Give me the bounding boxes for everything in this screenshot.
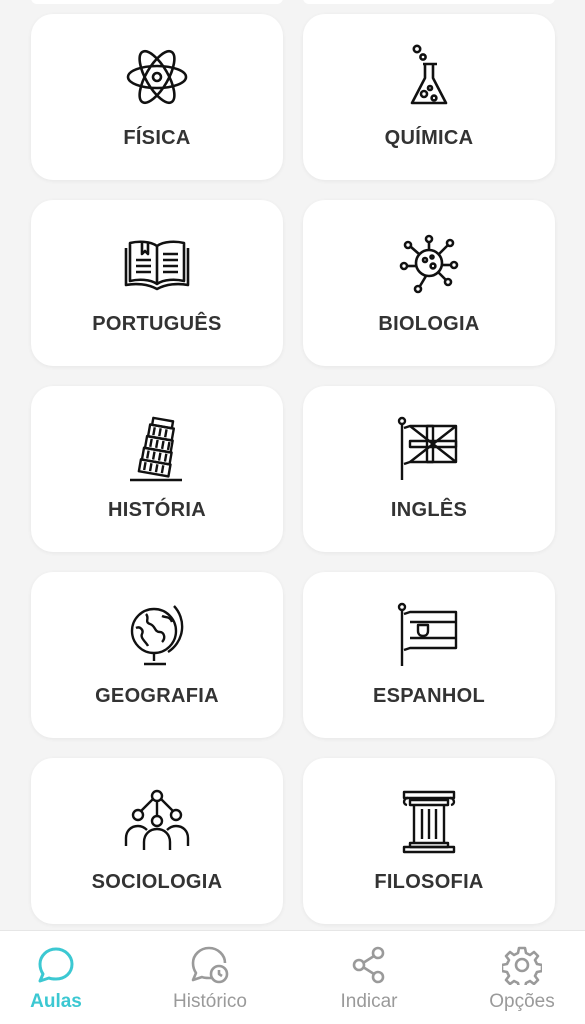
atom-icon (124, 44, 190, 110)
uk-flag-icon (396, 416, 462, 482)
nav-label: Histórico (173, 991, 247, 1012)
flask-icon (396, 44, 462, 110)
subject-label: QUÍMICA (384, 127, 474, 149)
share-icon (349, 945, 389, 985)
nav-historico[interactable]: Histórico (137, 931, 283, 1024)
subject-card-portugues[interactable]: PORTUGUÊS (31, 200, 283, 366)
nav-opcoes[interactable]: Opções (449, 931, 585, 1024)
card-peek (303, 0, 555, 4)
nav-label: Indicar (340, 991, 398, 1012)
subject-label: SOCIOLOGIA (91, 871, 223, 893)
subject-card-espanhol[interactable]: ESPANHOL (303, 572, 555, 738)
spain-flag-icon (396, 602, 462, 668)
nav-aulas[interactable]: Aulas (0, 931, 129, 1024)
subject-card-ingles[interactable]: INGLÊS (303, 386, 555, 552)
subject-card-quimica[interactable]: QUÍMICA (303, 14, 555, 180)
subject-label: FÍSICA (123, 127, 191, 149)
subject-card-biologia[interactable]: BIOLOGIA (303, 200, 555, 366)
card-peek (31, 0, 283, 4)
subject-label: HISTÓRIA (108, 499, 206, 521)
people-network-icon (124, 788, 190, 854)
virus-icon (396, 230, 462, 296)
column-icon (396, 788, 462, 854)
subject-label: BIOLOGIA (378, 313, 480, 335)
bottom-navigation: Aulas Histórico Indicar Opções (0, 930, 585, 1024)
subject-card-filosofia[interactable]: FILOSOFIA (303, 758, 555, 924)
subject-label: ESPANHOL (372, 685, 486, 707)
subject-card-sociologia[interactable]: SOCIOLOGIA (31, 758, 283, 924)
pisa-tower-icon (124, 416, 190, 482)
book-icon (124, 230, 190, 296)
subject-card-historia[interactable]: HISTÓRIA (31, 386, 283, 552)
subject-label: FILOSOFIA (374, 871, 484, 893)
chat-clock-icon (190, 945, 230, 985)
gear-icon (500, 945, 544, 990)
nav-label: Aulas (30, 991, 82, 1012)
nav-indicar[interactable]: Indicar (296, 931, 442, 1024)
globe-icon (124, 602, 190, 668)
nav-label: Opções (489, 991, 555, 1012)
subject-label: PORTUGUÊS (92, 313, 222, 335)
chat-bubble-icon (36, 945, 76, 985)
subject-card-fisica[interactable]: FÍSICA (31, 14, 283, 180)
subject-label: GEOGRAFIA (95, 685, 219, 707)
subject-card-geografia[interactable]: GEOGRAFIA (31, 572, 283, 738)
subjects-screen: FÍSICA QUÍMICA PORTUGUÊS BIOLOGIA HISTÓR… (0, 0, 585, 1024)
subject-label: INGLÊS (390, 499, 468, 521)
